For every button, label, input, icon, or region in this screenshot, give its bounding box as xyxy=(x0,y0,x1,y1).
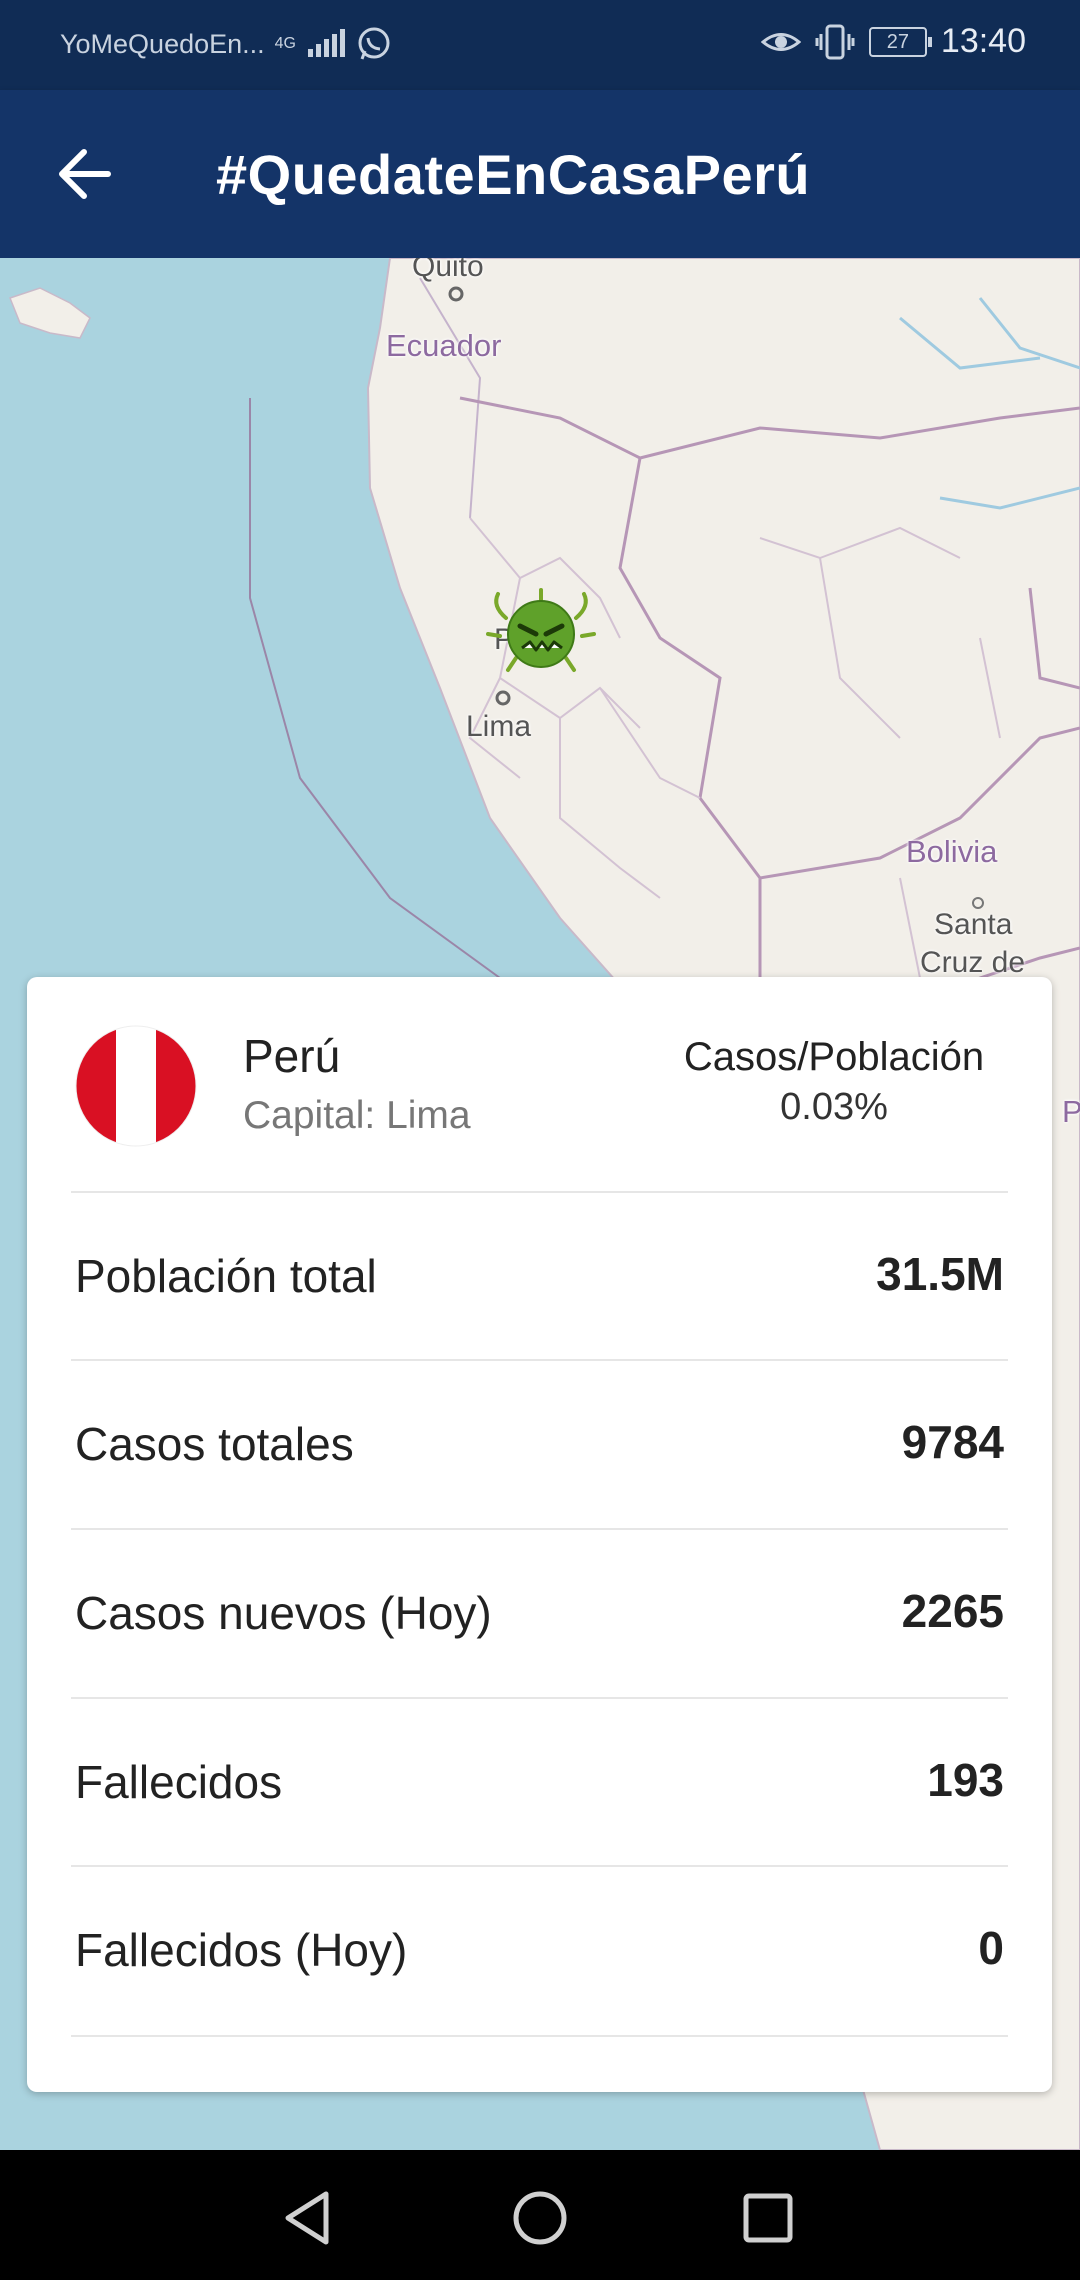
battery-icon: 27 xyxy=(868,26,932,57)
stat-label: Fallecidos (Hoy) xyxy=(75,1924,408,1976)
map-label-ecuador: Ecuador xyxy=(386,328,502,363)
stat-label: Población total xyxy=(75,1250,377,1302)
peru-flag-icon xyxy=(75,1025,197,1147)
map-label-bolivia: Bolivia xyxy=(906,834,998,869)
stat-row-deaths: Fallecidos 193 xyxy=(27,1697,1052,1865)
stat-row-deaths-today: Fallecidos (Hoy) 0 xyxy=(27,1865,1052,2033)
nav-back-button[interactable] xyxy=(270,2178,350,2258)
status-app-name: YoMeQuedoEn... xyxy=(60,28,265,59)
country-name: Perú xyxy=(243,1030,341,1082)
stat-value: 2265 xyxy=(901,1585,1004,1637)
stat-value: 31.5M xyxy=(876,1248,1004,1300)
card-header: Perú Capital: Lima Casos/Población 0.03% xyxy=(27,977,1052,1191)
map-label-quito: Quito xyxy=(412,258,484,283)
map-label-edge-partial: P xyxy=(1062,1094,1080,1129)
map-label-cruz: Cruz de xyxy=(920,946,1026,979)
system-nav-bar xyxy=(0,2150,1080,2280)
status-right: 27 13:40 xyxy=(760,22,1026,61)
ratio-label: Casos/Población xyxy=(683,1035,985,1079)
stat-row-population: Población total 31.5M xyxy=(27,1191,1052,1359)
stat-value: 9784 xyxy=(901,1416,1004,1468)
eye-icon xyxy=(760,32,801,51)
virus-icon[interactable] xyxy=(486,588,596,674)
circle-home-icon xyxy=(513,2191,567,2245)
square-recents-icon xyxy=(743,2193,793,2243)
ratio-value: 0.03% xyxy=(780,1086,888,1128)
signal-icon xyxy=(308,29,345,57)
stat-label: Fallecidos xyxy=(75,1756,283,1808)
nav-recents-button[interactable] xyxy=(728,2178,808,2258)
battery-level: 27 xyxy=(886,30,910,53)
stat-label: Casos nuevos (Hoy) xyxy=(75,1587,492,1639)
app-bar: #QuedateEnCasaPerú xyxy=(0,90,1080,258)
stat-value: 193 xyxy=(927,1754,1004,1806)
status-left: YoMeQuedoEn... 4G xyxy=(60,26,392,62)
divider xyxy=(71,2035,1008,2037)
cases-population-ratio: Casos/Población 0.03% xyxy=(664,1035,1004,1129)
stat-label: Casos totales xyxy=(75,1418,354,1470)
stat-value: 0 xyxy=(978,1922,1004,1974)
triangle-back-icon xyxy=(285,2191,329,2245)
arrow-left-icon xyxy=(59,149,111,199)
back-button[interactable] xyxy=(50,134,130,214)
vibrate-icon xyxy=(815,24,855,59)
nav-home-button[interactable] xyxy=(500,2178,580,2258)
map-label-santa: Santa xyxy=(934,908,1013,941)
whatsapp-icon xyxy=(358,27,390,60)
status-bar: YoMeQuedoEn... 4G 27 13:40 xyxy=(0,0,1080,90)
capital-label: Capital: Lima xyxy=(243,1094,471,1137)
stat-row-total-cases: Casos totales 9784 xyxy=(27,1359,1052,1527)
map-label-lima: Lima xyxy=(466,710,532,743)
network-label: 4G xyxy=(274,35,296,52)
stat-row-new-cases: Casos nuevos (Hoy) 2265 xyxy=(27,1528,1052,1696)
page-title: #QuedateEnCasaPerú xyxy=(216,143,811,206)
country-info-card: Perú Capital: Lima Casos/Población 0.03%… xyxy=(27,977,1052,2092)
status-time: 13:40 xyxy=(940,22,1026,60)
